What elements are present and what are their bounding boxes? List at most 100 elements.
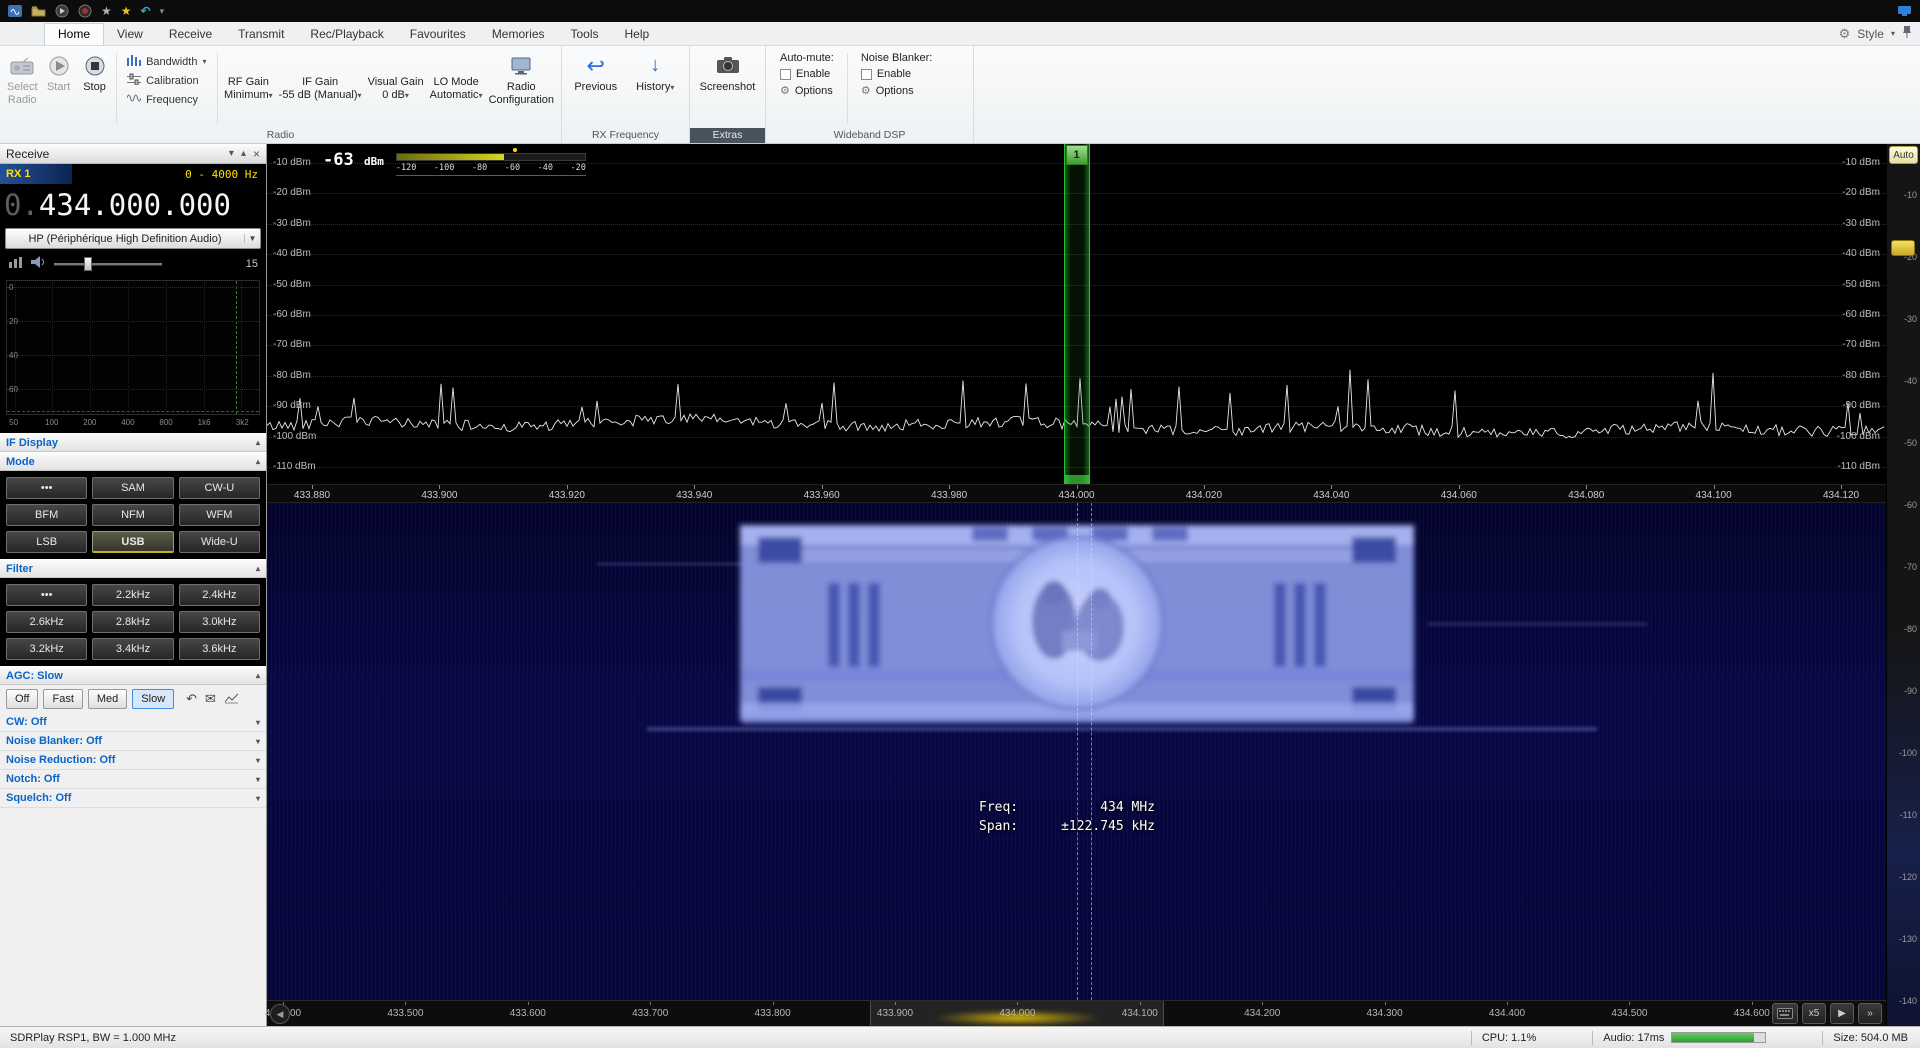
- nav-tick-label[interactable]: 434.300: [1367, 1008, 1403, 1019]
- audio-device-select[interactable]: HP (Périphérique High Definition Audio) …: [5, 228, 261, 249]
- envelope-icon[interactable]: ✉: [205, 691, 216, 707]
- filter-button-2-6[interactable]: 2.6kHz: [6, 611, 87, 633]
- nav-tick-label[interactable]: 433.500: [387, 1008, 423, 1019]
- fast-forward-icon[interactable]: »: [1858, 1003, 1882, 1024]
- spectrum-plot[interactable]: 1 -63 dBm -120-100-80-60-40-20: [267, 144, 1886, 484]
- history-button[interactable]: ↓ History▾: [627, 49, 685, 128]
- section-notch[interactable]: Notch: Off ▾: [0, 770, 266, 789]
- agc-fast-button[interactable]: Fast: [43, 689, 82, 709]
- screenshot-button[interactable]: Screenshot: [695, 49, 760, 128]
- mode-button-more[interactable]: •••: [6, 477, 87, 499]
- auto-range-button[interactable]: Auto: [1889, 146, 1918, 164]
- section-filter[interactable]: Filter ▴: [0, 559, 266, 578]
- tab-memories[interactable]: Memories: [479, 24, 558, 45]
- frequency-button[interactable]: Frequency: [124, 92, 209, 107]
- tab-receive[interactable]: Receive: [156, 24, 225, 45]
- mode-button-usb[interactable]: USB: [92, 531, 173, 553]
- mode-button-lsb[interactable]: LSB: [6, 531, 87, 553]
- calibration-button[interactable]: Calibration: [124, 73, 209, 88]
- mode-button-cw-u[interactable]: CW-U: [179, 477, 260, 499]
- collapse-icon[interactable]: ▴: [256, 564, 260, 573]
- chevron-up-icon[interactable]: ▴: [241, 148, 246, 159]
- nav-tick-label[interactable]: 433.600: [510, 1008, 546, 1019]
- waterfall[interactable]: Freq: 434 MHz Span: ±122.745 kHz: [267, 503, 1886, 1000]
- agc-slow-button[interactable]: Slow: [132, 689, 174, 709]
- stop-button[interactable]: Stop: [78, 49, 112, 128]
- noise-blanker-enable-checkbox[interactable]: Enable: [861, 68, 933, 80]
- close-icon[interactable]: ×: [253, 147, 260, 161]
- pin-icon[interactable]: [1902, 25, 1912, 42]
- play-forward-icon[interactable]: ▶: [1830, 1003, 1854, 1024]
- keyboard-icon[interactable]: [1772, 1003, 1798, 1024]
- quick-access-dropdown-icon[interactable]: ▾: [160, 3, 165, 19]
- rf-gain-button[interactable]: RF Gain Minimum▾: [222, 49, 275, 128]
- nav-tick-label[interactable]: 434.600: [1734, 1008, 1770, 1019]
- style-gear-icon[interactable]: ⚙: [1839, 26, 1851, 42]
- filter-button-2-8[interactable]: 2.8kHz: [92, 611, 173, 633]
- waterfall-navbar[interactable]: ◀ x5 ▶ » 433.400433.500433.600433.700433…: [267, 1000, 1886, 1026]
- noise-blanker-options-button[interactable]: ⚙ Options: [861, 84, 933, 97]
- play-icon[interactable]: [55, 3, 69, 19]
- favourite-icon[interactable]: ★: [121, 3, 132, 19]
- auto-mute-options-button[interactable]: ⚙ Options: [780, 84, 834, 97]
- collapse-icon[interactable]: ▴: [256, 457, 260, 466]
- mode-button-wfm[interactable]: WFM: [179, 504, 260, 526]
- scale-drag-handle[interactable]: [1891, 240, 1915, 256]
- mode-button-sam[interactable]: SAM: [92, 477, 173, 499]
- previous-button[interactable]: ↩ Previous: [567, 49, 625, 128]
- filter-button-2-4[interactable]: 2.4kHz: [179, 584, 260, 606]
- nav-tick-label[interactable]: 433.800: [755, 1008, 791, 1019]
- channel-marker[interactable]: 1: [1064, 144, 1090, 484]
- agc-off-button[interactable]: Off: [6, 689, 38, 709]
- nav-tick-label[interactable]: 433.900: [877, 1008, 913, 1019]
- filter-button-3-4[interactable]: 3.4kHz: [92, 638, 173, 660]
- expand-icon[interactable]: ▾: [256, 756, 260, 765]
- nav-tick-label[interactable]: 434.200: [1244, 1008, 1280, 1019]
- tab-transmit[interactable]: Transmit: [225, 24, 297, 45]
- collapse-icon[interactable]: ▴: [256, 438, 260, 447]
- section-agc[interactable]: AGC: Slow ▴: [0, 666, 266, 685]
- tab-favourites[interactable]: Favourites: [397, 24, 479, 45]
- zoom-button[interactable]: x5: [1802, 1003, 1826, 1024]
- filter-button-2-2[interactable]: 2.2kHz: [92, 584, 173, 606]
- tab-tools[interactable]: Tools: [558, 24, 612, 45]
- style-label[interactable]: Style: [1857, 27, 1884, 41]
- speaker-icon[interactable]: [30, 255, 46, 274]
- style-dropdown-icon[interactable]: ▾: [1891, 29, 1895, 38]
- nav-tick-label[interactable]: 434.400: [1489, 1008, 1525, 1019]
- expand-icon[interactable]: ▾: [256, 775, 260, 784]
- tab-home[interactable]: Home: [44, 23, 104, 45]
- frequency-display[interactable]: 0.434.000.000: [0, 184, 266, 226]
- visual-gain-button[interactable]: Visual Gain 0 dB▾: [366, 49, 426, 128]
- undo-icon[interactable]: ↶: [186, 691, 197, 707]
- section-if-display[interactable]: IF Display ▴: [0, 433, 266, 452]
- mode-button-nfm[interactable]: NFM: [92, 504, 173, 526]
- if-gain-button[interactable]: IF Gain -55 dB (Manual)▾: [277, 49, 364, 128]
- auto-mute-enable-checkbox[interactable]: Enable: [780, 68, 834, 80]
- record-icon[interactable]: [78, 3, 92, 19]
- expand-icon[interactable]: ▾: [256, 718, 260, 727]
- start-button[interactable]: Start: [42, 49, 76, 128]
- section-mode[interactable]: Mode ▴: [0, 452, 266, 471]
- section-cw[interactable]: CW: Off ▾: [0, 713, 266, 732]
- nav-tick-label[interactable]: 434.100: [1122, 1008, 1158, 1019]
- chevron-down-icon[interactable]: ▾: [229, 148, 234, 159]
- favourite-add-icon[interactable]: ★: [101, 3, 112, 19]
- frequency-axis[interactable]: 433.880433.900433.920433.940433.960433.9…: [267, 484, 1886, 503]
- volume-slider[interactable]: [54, 257, 162, 271]
- nav-tick-label[interactable]: 434.500: [1611, 1008, 1647, 1019]
- nav-tick-label[interactable]: 433.700: [632, 1008, 668, 1019]
- mode-button-wide-u[interactable]: Wide-U: [179, 531, 260, 553]
- filter-button-3-6[interactable]: 3.6kHz: [179, 638, 260, 660]
- mode-button-bfm[interactable]: BFM: [6, 504, 87, 526]
- agc-med-button[interactable]: Med: [88, 689, 127, 709]
- open-folder-icon[interactable]: [31, 3, 46, 19]
- nav-tick-label[interactable]: 434.000: [999, 1008, 1035, 1019]
- nav-left-button[interactable]: ◀: [270, 1004, 290, 1024]
- expand-icon[interactable]: ▾: [256, 737, 260, 746]
- tab-help[interactable]: Help: [612, 24, 663, 45]
- lo-mode-button[interactable]: LO Mode Automatic▾: [428, 49, 485, 128]
- tab-rec-playback[interactable]: Rec/Playback: [297, 24, 396, 45]
- display-icon[interactable]: [1897, 3, 1912, 19]
- select-radio-button[interactable]: Select Radio: [5, 49, 40, 128]
